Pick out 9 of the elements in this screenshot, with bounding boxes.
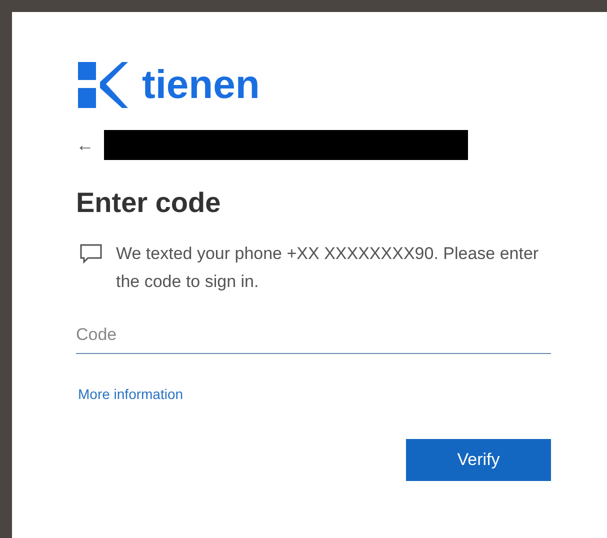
brand-name: tienen bbox=[142, 65, 260, 105]
message-icon bbox=[80, 244, 102, 264]
page-title: Enter code bbox=[76, 186, 222, 220]
message-text: We texted your phone +XX XXXXXXXX90. Please enter the code to sign in. bbox=[116, 243, 540, 293]
code-field[interactable]: Code bbox=[76, 316, 551, 354]
more-information-link[interactable]: More information bbox=[78, 384, 184, 405]
back-button[interactable]: ← bbox=[76, 136, 94, 154]
verify-button[interactable]: Verify bbox=[406, 439, 551, 481]
logo-icon bbox=[76, 60, 130, 110]
